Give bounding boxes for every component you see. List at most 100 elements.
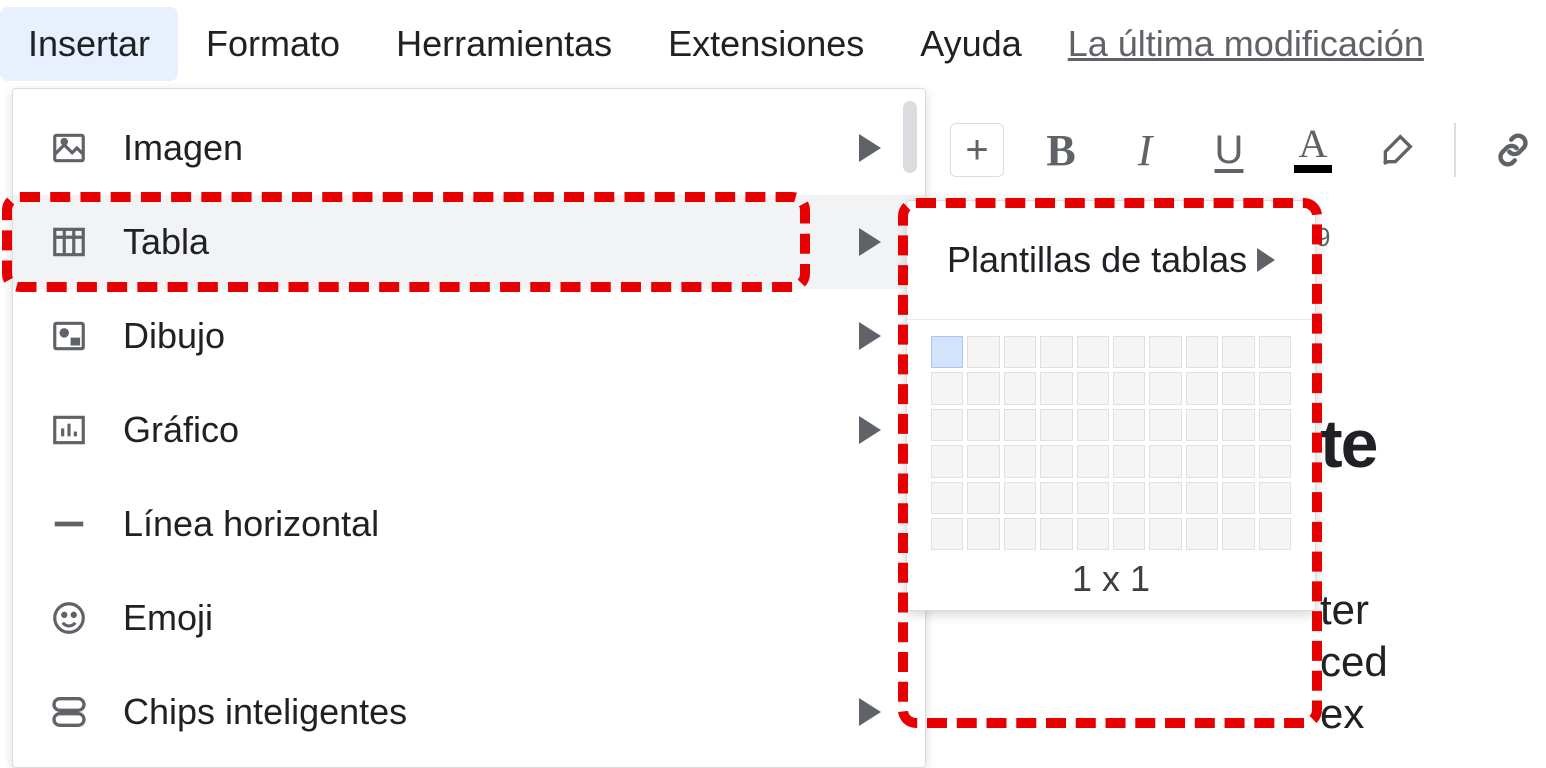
- table-grid-cell[interactable]: [967, 372, 999, 404]
- table-grid-cell[interactable]: [1149, 372, 1181, 404]
- table-grid-cell[interactable]: [1259, 372, 1291, 404]
- table-grid-cell[interactable]: [1149, 482, 1181, 514]
- table-grid-cell[interactable]: [1186, 409, 1218, 441]
- menuitem-label: Chips inteligentes: [123, 691, 407, 733]
- chart-icon: [49, 410, 89, 450]
- menuitem-grafico[interactable]: Gráfico: [13, 383, 925, 477]
- table-grid-cell[interactable]: [1149, 336, 1181, 368]
- textcolor-glyph: A: [1299, 127, 1328, 161]
- table-icon: [49, 222, 89, 262]
- menuitem-linea-horizontal[interactable]: Línea horizontal: [13, 477, 925, 571]
- submenu-arrow-icon: [859, 416, 881, 444]
- table-grid-cell[interactable]: [1040, 445, 1072, 477]
- table-grid-cell[interactable]: [1186, 482, 1218, 514]
- table-grid-cell[interactable]: [1113, 482, 1145, 514]
- table-grid-cell[interactable]: [1004, 482, 1036, 514]
- table-grid-cell[interactable]: [1040, 518, 1072, 550]
- table-grid-cell[interactable]: [967, 518, 999, 550]
- table-grid-cell[interactable]: [1186, 518, 1218, 550]
- table-grid-cell[interactable]: [931, 518, 963, 550]
- table-grid-cell[interactable]: [1040, 482, 1072, 514]
- table-grid-cell[interactable]: [1040, 409, 1072, 441]
- menuitem-label: Tabla: [123, 221, 209, 263]
- table-grid-cell[interactable]: [1004, 518, 1036, 550]
- menuitem-label: Emoji: [123, 597, 213, 639]
- insert-dropdown: Imagen Tabla Dibujo Gráfico Línea horizo…: [12, 88, 926, 768]
- menuitem-dibujo[interactable]: Dibujo: [13, 289, 925, 383]
- table-grid-cell[interactable]: [1222, 372, 1254, 404]
- table-grid-cell[interactable]: [1186, 445, 1218, 477]
- menu-formato[interactable]: Formato: [178, 7, 368, 81]
- menu-extensiones[interactable]: Extensiones: [640, 7, 892, 81]
- text-color-button[interactable]: A: [1286, 123, 1340, 177]
- table-grid-cell[interactable]: [931, 372, 963, 404]
- table-grid-cell[interactable]: [1222, 336, 1254, 368]
- table-grid-cell[interactable]: [1113, 336, 1145, 368]
- last-modified-link[interactable]: La última modificación: [1068, 23, 1424, 65]
- table-templates-label: Plantillas de tablas: [947, 239, 1247, 281]
- bold-button[interactable]: B: [1034, 123, 1088, 177]
- table-grid-cell[interactable]: [1149, 445, 1181, 477]
- textcolor-swatch: [1294, 165, 1332, 173]
- table-grid-cell[interactable]: [931, 409, 963, 441]
- table-grid-cell[interactable]: [967, 445, 999, 477]
- menuitem-chips-inteligentes[interactable]: Chips inteligentes: [13, 665, 925, 759]
- table-grid-cell[interactable]: [1077, 336, 1109, 368]
- toolbar-divider: [1454, 123, 1456, 177]
- underline-button[interactable]: U: [1202, 123, 1256, 177]
- submenu-arrow-icon: [1257, 248, 1275, 272]
- document-text-peek: tercedex: [1320, 584, 1388, 740]
- table-grid-cell[interactable]: [1004, 409, 1036, 441]
- table-grid-cell[interactable]: [1259, 336, 1291, 368]
- table-grid-cell[interactable]: [1113, 518, 1145, 550]
- table-grid-cell[interactable]: [1113, 372, 1145, 404]
- table-grid-cell[interactable]: [1149, 518, 1181, 550]
- table-grid-cell[interactable]: [1004, 372, 1036, 404]
- document-text-peek: te: [1320, 410, 1376, 478]
- table-grid-cell[interactable]: [1077, 445, 1109, 477]
- table-grid-cell[interactable]: [1040, 372, 1072, 404]
- table-grid-cell[interactable]: [1077, 409, 1109, 441]
- menubar: Insertar Formato Herramientas Extensione…: [0, 0, 1546, 88]
- table-grid-cell[interactable]: [1004, 336, 1036, 368]
- table-grid-cell[interactable]: [1222, 482, 1254, 514]
- table-grid-cell[interactable]: [1186, 372, 1218, 404]
- table-grid-cell[interactable]: [1149, 409, 1181, 441]
- table-templates-item[interactable]: Plantillas de tablas: [907, 211, 1315, 309]
- table-grid-cell[interactable]: [1040, 336, 1072, 368]
- menuitem-emoji[interactable]: Emoji: [13, 571, 925, 665]
- table-grid-cell[interactable]: [1077, 372, 1109, 404]
- table-grid-cell[interactable]: [1222, 409, 1254, 441]
- menuitem-tabla[interactable]: Tabla: [13, 195, 925, 289]
- table-grid-cell[interactable]: [1259, 409, 1291, 441]
- table-grid-cell[interactable]: [931, 482, 963, 514]
- table-grid-cell[interactable]: [1113, 445, 1145, 477]
- insert-link-button[interactable]: [1486, 123, 1540, 177]
- table-grid-cell[interactable]: [967, 336, 999, 368]
- table-grid-cell[interactable]: [1259, 482, 1291, 514]
- table-grid-cell[interactable]: [1004, 445, 1036, 477]
- table-grid-cell[interactable]: [967, 409, 999, 441]
- menu-ayuda[interactable]: Ayuda: [892, 7, 1049, 81]
- table-grid[interactable]: [931, 336, 1291, 550]
- table-grid-cell[interactable]: [1077, 518, 1109, 550]
- table-grid-cell[interactable]: [1259, 518, 1291, 550]
- table-grid-cell[interactable]: [1077, 482, 1109, 514]
- menu-insertar[interactable]: Insertar: [0, 7, 178, 81]
- table-grid-cell[interactable]: [967, 482, 999, 514]
- table-grid-cell[interactable]: [1186, 336, 1218, 368]
- table-grid-cell[interactable]: [1259, 445, 1291, 477]
- italic-button[interactable]: I: [1118, 123, 1172, 177]
- menuitem-imagen[interactable]: Imagen: [13, 101, 925, 195]
- table-grid-cell[interactable]: [1222, 445, 1254, 477]
- table-grid-cell[interactable]: [931, 336, 963, 368]
- table-grid-cell[interactable]: [1222, 518, 1254, 550]
- submenu-arrow-icon: [859, 134, 881, 162]
- table-grid-cell[interactable]: [931, 445, 963, 477]
- menu-herramientas[interactable]: Herramientas: [368, 7, 640, 81]
- image-icon: [49, 128, 89, 168]
- highlighter-button[interactable]: [1370, 123, 1424, 177]
- table-grid-cell[interactable]: [1113, 409, 1145, 441]
- menuitem-label: Imagen: [123, 127, 243, 169]
- toolbar-add-button[interactable]: +: [950, 123, 1004, 177]
